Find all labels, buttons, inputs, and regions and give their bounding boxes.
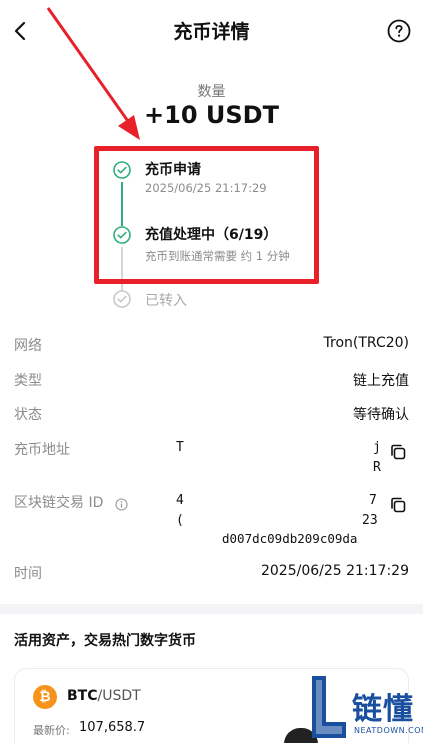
pair-base: BTC: [67, 688, 98, 704]
bitcoin-icon: ₿: [33, 685, 57, 709]
type-value: 链上充值: [353, 373, 409, 389]
txid-fragment: (: [176, 513, 184, 528]
status-value: 等待确认: [353, 407, 409, 423]
type-row: 类型 链上充值: [14, 370, 409, 392]
redaction-mask: [186, 434, 372, 480]
trading-pair: BTC/USDT: [67, 688, 141, 704]
address-fragment: j: [373, 440, 381, 455]
watermark: 链懂 NEATDOWN.COM: [308, 672, 423, 743]
address-fragment: T: [176, 440, 184, 455]
section-divider: [0, 604, 423, 614]
type-label: 类型: [14, 373, 42, 389]
redaction-mask: [186, 488, 362, 530]
amount-label: 数量: [197, 84, 226, 100]
address-fragment: R: [373, 460, 381, 475]
txid-fragment: d007dc09db209c09da: [222, 531, 358, 546]
watermark-text: 链懂: [352, 692, 414, 727]
check-circle-icon: [112, 289, 132, 309]
txid-fragment: 4: [176, 493, 184, 508]
txid-fragment: 23: [362, 513, 378, 528]
watermark-url: NEATDOWN.COM: [354, 726, 423, 735]
help-circle-icon[interactable]: [387, 19, 411, 43]
watermark-logo-icon: [308, 674, 350, 740]
time-label: 时间: [14, 566, 42, 582]
address-label: 充币地址: [14, 442, 70, 458]
status-row: 状态 等待确认: [14, 404, 409, 426]
copy-icon[interactable]: [388, 442, 408, 462]
network-value: Tron(TRC20): [323, 335, 409, 351]
price-value: 107,658.7: [79, 720, 146, 735]
promo-title: 活用资产，交易热门数字货币: [14, 633, 196, 649]
network-label: 网络: [14, 338, 42, 354]
copy-icon[interactable]: [388, 495, 408, 515]
highlight-box: [94, 146, 319, 284]
time-row: 时间 2025/06/25 21:17:29: [14, 563, 409, 585]
page-title: 充币详情: [173, 21, 250, 43]
header: 充币详情: [0, 0, 423, 62]
pair-quote: /USDT: [97, 688, 141, 704]
txid-fragment: 7: [369, 493, 377, 508]
price-label: 最新价:: [33, 724, 70, 737]
time-value: 2025/06/25 21:17:29: [260, 563, 409, 579]
network-row: 网络 Tron(TRC20): [14, 335, 409, 357]
amount-value: +10 USDT: [144, 101, 279, 129]
info-icon[interactable]: [115, 496, 128, 511]
status-label: 状态: [14, 407, 42, 423]
step-title: 已转入: [145, 293, 187, 309]
txid-label: 区块链交易 ID: [14, 495, 104, 511]
